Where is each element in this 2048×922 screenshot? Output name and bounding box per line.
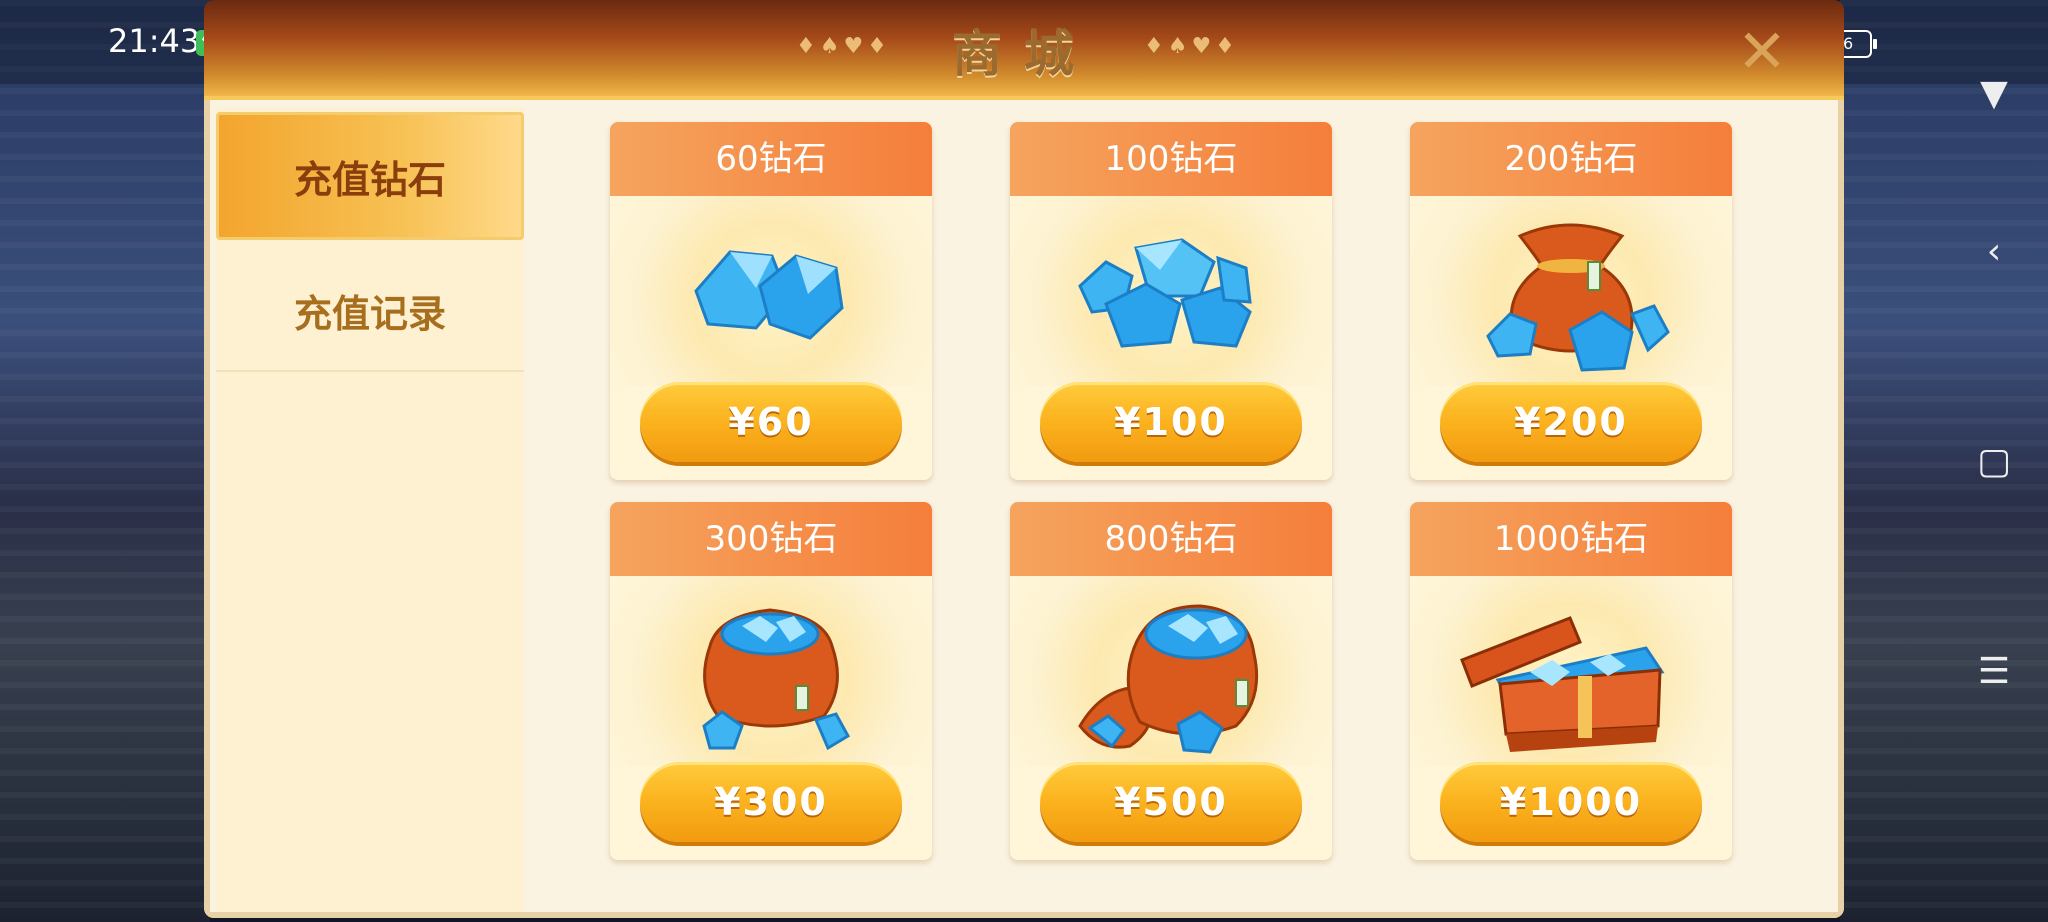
shop-window: ♦♠♥♦ 商城 ♦♠♥♦ ✕ 充值钻石 充值记录 60钻石 ¥60 100钻石 … <box>204 0 1844 918</box>
product-title: 300钻石 <box>610 502 932 576</box>
tab-recharge-records[interactable]: 充值记录 <box>216 246 524 374</box>
product-title: 800钻石 <box>1010 502 1332 576</box>
shop-header: ♦♠♥♦ 商城 ♦♠♥♦ ✕ <box>204 0 1844 100</box>
diamond-bag-icon <box>1410 196 1732 386</box>
price-button[interactable]: ¥60 <box>640 382 902 462</box>
product-card[interactable]: 60钻石 ¥60 <box>610 122 932 480</box>
large-diamond-bag-icon <box>1010 576 1332 766</box>
price-button[interactable]: ¥200 <box>1440 382 1702 462</box>
system-nav-bar: ▼ ‹ ▢ ☰ <box>1950 60 2040 760</box>
product-card[interactable]: 800钻石 ¥500 <box>1010 502 1332 860</box>
price-button[interactable]: ¥1000 <box>1440 762 1702 842</box>
home-icon[interactable]: ▢ <box>1970 438 2018 486</box>
product-card[interactable]: 1000钻石 ¥1000 <box>1410 502 1732 860</box>
diamond-pile-icon <box>1010 196 1332 386</box>
back-icon[interactable]: ‹ <box>1970 228 2018 276</box>
shop-title: 商城 <box>952 25 1096 83</box>
suit-decoration-icon: ♦♠♥♦ <box>1144 34 1239 59</box>
product-title: 200钻石 <box>1410 122 1732 196</box>
price-button[interactable]: ¥300 <box>640 762 902 842</box>
product-title: 60钻石 <box>610 122 932 196</box>
tab-divider <box>216 370 524 372</box>
price-button[interactable]: ¥100 <box>1040 382 1302 462</box>
treasure-box-icon <box>1410 576 1732 766</box>
open-diamond-bag-icon <box>610 576 932 766</box>
product-title: 1000钻石 <box>1410 502 1732 576</box>
status-time: 21:43 <box>108 22 201 60</box>
tab-recharge-diamonds[interactable]: 充值钻石 <box>216 112 524 240</box>
price-button[interactable]: ¥500 <box>1040 762 1302 842</box>
product-grid: 60钻石 ¥60 100钻石 ¥100 200钻石 ¥200 300钻石 ¥30… <box>610 122 1810 902</box>
product-card[interactable]: 100钻石 ¥100 <box>1010 122 1332 480</box>
product-title: 100钻石 <box>1010 122 1332 196</box>
shop-body: 充值钻石 充值记录 60钻石 ¥60 100钻石 ¥100 200钻石 ¥200… <box>204 100 1844 918</box>
menu-icon[interactable]: ☰ <box>1970 648 2018 696</box>
close-icon[interactable]: ✕ <box>1730 20 1794 84</box>
product-card[interactable]: 200钻石 ¥200 <box>1410 122 1732 480</box>
product-card[interactable]: 300钻石 ¥300 <box>610 502 932 860</box>
stadium-background-left <box>0 0 210 922</box>
diamond-icon <box>610 196 932 386</box>
pull-down-icon[interactable]: ▼ <box>1970 70 2018 118</box>
suit-decoration-icon: ♦♠♥♦ <box>796 34 891 59</box>
shop-sidebar: 充值钻石 充值记录 <box>216 108 524 912</box>
